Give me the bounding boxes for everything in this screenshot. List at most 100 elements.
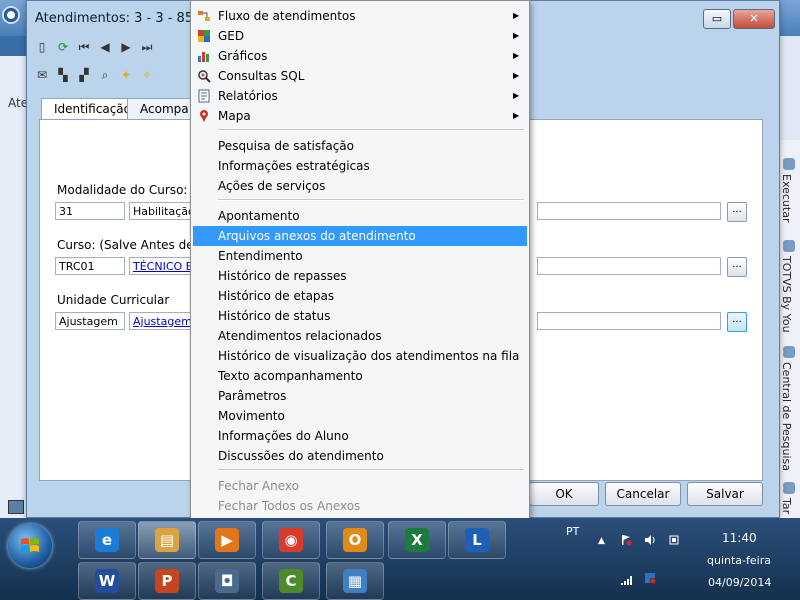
taskbar-internet-explorer-button[interactable]: e — [78, 521, 136, 559]
next-record-icon[interactable]: ▶ — [119, 40, 133, 54]
menu-item-arquivos-anexos[interactable]: Arquivos anexos do atendimento — [193, 226, 527, 246]
modalidade-label: Modalidade do Curso: (S — [57, 183, 204, 197]
totvs-app-icon: ◘ — [215, 569, 239, 593]
monitor-icon[interactable] — [8, 500, 24, 514]
previous-record-icon[interactable]: ◀ — [98, 40, 112, 54]
totvs-icon[interactable] — [783, 240, 795, 252]
search-icon[interactable]: ⌕ — [98, 68, 112, 82]
taskbar-media-player-button[interactable]: ▶ — [198, 521, 256, 559]
taskbar-camtasia-button[interactable]: C — [262, 562, 320, 600]
report-icon — [198, 89, 210, 103]
camtasia-icon: C — [279, 569, 303, 593]
lightbulb-hint-icon[interactable]: ✧ — [140, 68, 154, 82]
clock-time[interactable]: 11:40 — [722, 531, 757, 545]
execute-icon[interactable] — [783, 158, 795, 170]
task-icon[interactable] — [783, 482, 795, 494]
modalidade-desc-field[interactable]: Habilitação T — [129, 202, 191, 220]
puzzle-piece-icon[interactable]: ▞ — [77, 68, 91, 82]
menu-item-discussoes[interactable]: Discussões do atendimento — [191, 446, 529, 466]
unidade-extra-field[interactable] — [537, 312, 721, 330]
modalidade-lookup-button[interactable]: ... — [727, 202, 747, 222]
menu-item-informacoes-estrategicas[interactable]: Informações estratégicas — [191, 156, 529, 176]
background-left-panel — [0, 56, 27, 518]
menu-item-parametros[interactable]: Parâmetros — [191, 386, 529, 406]
ged-icon — [198, 30, 210, 42]
first-record-icon[interactable]: ⏮ — [77, 40, 91, 54]
menu-item-historico-status[interactable]: Histórico de status — [191, 306, 529, 326]
unidade-label: Unidade Curricular — [57, 293, 170, 307]
side-totvs[interactable]: TOTVS By You — [780, 256, 793, 333]
menu-separator — [218, 469, 524, 471]
app-logo-icon — [2, 6, 20, 24]
menu-item-informacoes-aluno[interactable]: Informações do Aluno — [191, 426, 529, 446]
remote-desktop-icon: ▦ — [343, 569, 367, 593]
powerpoint-icon: P — [155, 569, 179, 593]
device-icon[interactable] — [668, 534, 680, 546]
tray-expand-icon[interactable]: ▲ — [598, 536, 605, 546]
curso-code-field[interactable]: TRC01 — [55, 257, 125, 275]
taskbar-remote-desktop-button[interactable]: ▦ — [326, 562, 384, 600]
taskbar-file-explorer-button[interactable]: ▤ — [138, 521, 196, 559]
unidade-code-field[interactable]: Ajustagem — [55, 312, 125, 330]
side-executar[interactable]: Executar — [780, 174, 793, 223]
taskbar-lync-button[interactable]: L — [448, 521, 506, 559]
menu-item-movimento[interactable]: Movimento — [191, 406, 529, 426]
taskbar-excel-button[interactable]: X — [388, 521, 446, 559]
volume-icon[interactable] — [644, 534, 656, 546]
menu-item-ged[interactable]: GED ▶ — [191, 26, 529, 46]
search-center-icon[interactable] — [783, 346, 795, 358]
menu-item-fluxo[interactable]: Fluxo de atendimentos ▶ — [191, 6, 529, 26]
clock-day[interactable]: quinta-feira — [707, 554, 771, 567]
menu-item-acoes-servicos[interactable]: Ações de serviços — [191, 176, 529, 196]
menu-item-mapa[interactable]: Mapa ▶ — [191, 106, 529, 126]
background-tab[interactable] — [0, 36, 26, 56]
menu-item-historico-visualizacao[interactable]: Histórico de visualização dos atendiment… — [191, 346, 529, 366]
network-signal-icon[interactable] — [620, 574, 632, 586]
puzzle-icon[interactable]: ▚ — [56, 68, 70, 82]
restore-button[interactable]: ▭ — [703, 9, 731, 29]
action-center-flag-icon[interactable] — [620, 534, 632, 546]
curso-desc-link[interactable]: TÉCNICO EN — [129, 257, 191, 275]
menu-item-atendimentos-relacionados[interactable]: Atendimentos relacionados — [191, 326, 529, 346]
menu-item-historico-etapas[interactable]: Histórico de etapas — [191, 286, 529, 306]
refresh-icon[interactable]: ⟳ — [56, 40, 70, 54]
taskbar-totvs-app-button[interactable]: ◘ — [198, 562, 256, 600]
menu-item-texto-acompanhamento[interactable]: Texto acompanhamento — [191, 366, 529, 386]
map-pin-icon — [200, 110, 208, 122]
menu-item-historico-repasses[interactable]: Histórico de repasses — [191, 266, 529, 286]
menu-item-relatorios[interactable]: Relatórios ▶ — [191, 86, 529, 106]
modalidade-code-field[interactable]: 31 — [55, 202, 125, 220]
menu-item-pesquisa-satisfacao[interactable]: Pesquisa de satisfação — [191, 136, 529, 156]
curso-extra-field[interactable] — [537, 257, 721, 275]
unidade-desc-link[interactable]: Ajustagem — [129, 312, 191, 330]
language-indicator[interactable]: PT — [566, 525, 579, 538]
menu-item-graficos[interactable]: Gráficos ▶ — [191, 46, 529, 66]
unidade-lookup-button[interactable]: ... — [727, 312, 747, 332]
mail-icon[interactable]: ✉ — [35, 68, 49, 82]
excel-icon: X — [405, 528, 429, 552]
menu-item-apontamento[interactable]: Apontamento — [191, 206, 529, 226]
side-central-pesquisa[interactable]: Central de Pesquisa — [780, 362, 793, 471]
side-tar[interactable]: Tar — [780, 498, 793, 514]
taskbar-powerpoint-button[interactable]: P — [138, 562, 196, 600]
menu-item-entendimento[interactable]: Entendimento — [191, 246, 529, 266]
save-button[interactable]: Salvar — [687, 482, 763, 506]
last-record-icon[interactable]: ⏭ — [140, 40, 154, 54]
ok-button[interactable]: OK — [529, 482, 599, 506]
file-explorer-icon: ▤ — [155, 528, 179, 552]
window-title: Atendimentos: 3 - 3 - 854 — [35, 11, 202, 26]
new-document-icon[interactable]: ▯ — [35, 40, 49, 54]
taskbar-chrome-button[interactable]: ◉ — [262, 521, 320, 559]
close-button[interactable]: ✕ — [733, 9, 775, 29]
taskbar-outlook-button[interactable]: O — [326, 521, 384, 559]
modalidade-extra-field[interactable] — [537, 202, 721, 220]
clock-date[interactable]: 04/09/2014 — [708, 576, 771, 589]
security-shield-icon[interactable] — [644, 572, 656, 584]
menu-item-consultas-sql[interactable]: Consultas SQL ▶ — [191, 66, 529, 86]
sql-query-icon — [198, 70, 211, 83]
lightbulb-icon[interactable]: ✦ — [119, 68, 133, 82]
curso-lookup-button[interactable]: ... — [727, 257, 747, 277]
taskbar-word-button[interactable]: W — [78, 562, 136, 600]
cancel-button[interactable]: Cancelar — [605, 482, 681, 506]
menu-separator — [218, 129, 524, 131]
